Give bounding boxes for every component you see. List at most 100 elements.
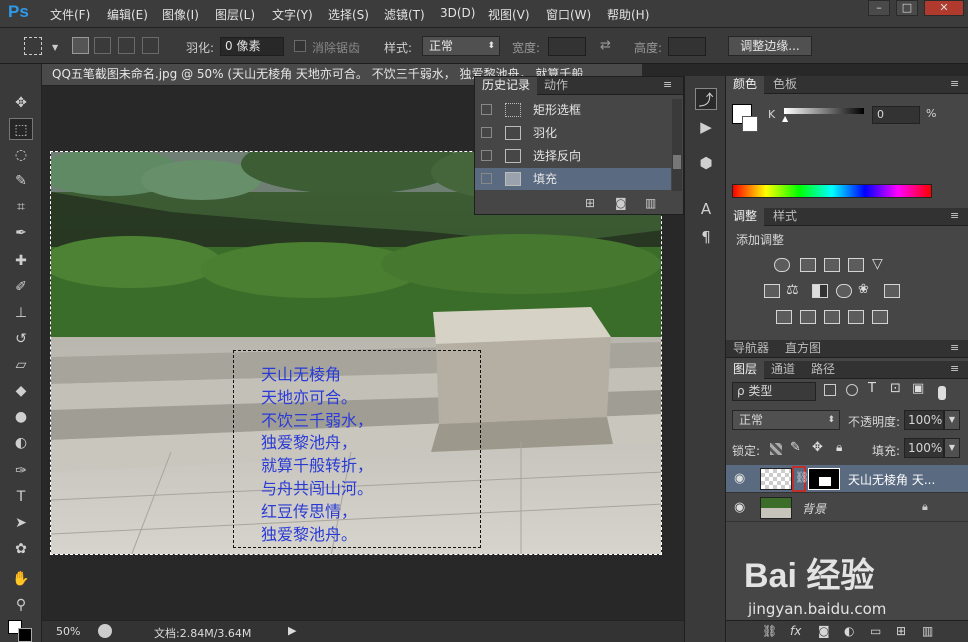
filter-toggle-icon[interactable]: [938, 386, 946, 400]
style-select[interactable]: 正常 ⬍: [422, 36, 500, 56]
layer-name[interactable]: 背景: [802, 500, 826, 517]
threshold-icon[interactable]: [824, 310, 840, 324]
eraser-tool-icon[interactable]: ▱: [9, 354, 33, 376]
add-selection-icon[interactable]: [94, 37, 111, 54]
snapshot-camera-icon[interactable]: ◙: [615, 196, 627, 210]
dodge-tool-icon[interactable]: ◐: [9, 432, 33, 454]
antialias-checkbox[interactable]: [294, 40, 306, 52]
menu-type[interactable]: 文字(Y): [272, 6, 313, 23]
shape-tool-icon[interactable]: ✿: [9, 538, 33, 560]
exposure-icon[interactable]: [848, 258, 864, 272]
history-scroll-thumb[interactable]: [673, 155, 681, 169]
tab-history[interactable]: 历史记录: [475, 77, 538, 95]
menu-edit[interactable]: 编辑(E): [107, 6, 148, 23]
background-color-swatch[interactable]: [18, 628, 32, 642]
background-swatch[interactable]: [742, 116, 758, 132]
posterize-icon[interactable]: [800, 310, 816, 324]
new-selection-icon[interactable]: [72, 37, 89, 54]
photo-filter-icon[interactable]: [836, 284, 852, 298]
layer-mask-thumbnail[interactable]: [808, 468, 840, 490]
new-document-from-state-icon[interactable]: ⊞: [585, 196, 595, 210]
selective-color-icon[interactable]: [848, 310, 864, 324]
history-checkbox[interactable]: [481, 127, 492, 138]
adjustment-filter-icon[interactable]: [846, 384, 858, 396]
feather-input[interactable]: 0 像素: [220, 37, 284, 56]
brightness-icon[interactable]: [774, 258, 790, 272]
actions-panel-icon[interactable]: ▶: [695, 116, 717, 138]
tab-layers[interactable]: 图层: [726, 361, 765, 379]
trash-icon[interactable]: ▥: [645, 196, 656, 210]
width-input[interactable]: [548, 37, 586, 56]
quick-select-tool-icon[interactable]: ✎: [9, 170, 33, 192]
type-filter-icon[interactable]: T: [868, 381, 876, 396]
tab-actions[interactable]: 动作: [537, 77, 575, 95]
menu-select[interactable]: 选择(S): [328, 6, 369, 23]
height-input[interactable]: [668, 37, 706, 56]
path-selection-tool-icon[interactable]: ➤: [9, 512, 33, 534]
history-checkbox[interactable]: [481, 150, 492, 161]
tab-styles[interactable]: 样式: [766, 208, 804, 226]
tab-histogram[interactable]: 直方图: [778, 340, 828, 358]
status-menu-icon[interactable]: [98, 624, 112, 638]
paint-bucket-tool-icon[interactable]: ◆: [9, 380, 33, 402]
zoom-level[interactable]: 50%: [56, 625, 80, 638]
history-checkbox[interactable]: [481, 104, 492, 115]
brush-tool-icon[interactable]: ✐: [9, 276, 33, 298]
menu-window[interactable]: 窗口(W): [546, 6, 591, 23]
close-button[interactable]: ✕: [924, 0, 964, 16]
adjustment-layer-icon[interactable]: ◐: [844, 624, 854, 638]
menu-image[interactable]: 图像(I): [162, 6, 199, 23]
swap-icon[interactable]: ⇄: [600, 38, 611, 53]
history-checkbox[interactable]: [481, 173, 492, 184]
k-slider[interactable]: [784, 108, 864, 114]
panel-menu-icon[interactable]: ≡: [950, 209, 959, 222]
pen-tool-icon[interactable]: ✑: [9, 460, 33, 482]
layer-thumbnail[interactable]: [760, 497, 792, 519]
hand-tool-icon[interactable]: ✋: [9, 568, 33, 590]
blur-tool-icon[interactable]: ●: [9, 406, 33, 428]
panel-menu-icon[interactable]: ≡: [950, 341, 959, 354]
lock-transparent-icon[interactable]: [770, 443, 782, 455]
chevron-down-icon[interactable]: ▼: [52, 43, 58, 52]
group-folder-icon[interactable]: ▭: [870, 624, 881, 638]
eyedropper-tool-icon[interactable]: ✒: [9, 222, 33, 244]
tab-swatches[interactable]: 色板: [766, 76, 804, 94]
history-panel-icon[interactable]: ⤴: [695, 88, 717, 110]
add-mask-icon[interactable]: ◙: [818, 624, 830, 638]
character-panel-icon[interactable]: A: [695, 198, 717, 220]
fx-icon[interactable]: fx: [790, 624, 801, 638]
curves-icon[interactable]: [824, 258, 840, 272]
slider-thumb-icon[interactable]: ▲: [782, 114, 788, 123]
color-lookup-icon[interactable]: [884, 284, 900, 298]
shape-filter-icon[interactable]: ⊡: [890, 381, 901, 396]
panel-menu-icon[interactable]: ≡: [950, 362, 959, 375]
gradient-map-icon[interactable]: [872, 310, 888, 324]
type-tool-icon[interactable]: T: [9, 486, 33, 508]
menu-help[interactable]: 帮助(H): [607, 6, 649, 23]
layer-mask-link-icon[interactable]: ⛓: [792, 466, 809, 492]
move-tool-icon[interactable]: ✥: [9, 92, 33, 114]
color-spectrum-ramp[interactable]: [732, 184, 932, 198]
history-item-selected[interactable]: 填充: [475, 168, 671, 190]
layer-name[interactable]: 天山无棱角 天...: [848, 471, 935, 488]
tab-color[interactable]: 颜色: [726, 76, 765, 94]
lock-pixels-icon[interactable]: ✎: [790, 440, 801, 455]
history-item[interactable]: 羽化: [475, 122, 671, 144]
history-brush-tool-icon[interactable]: ↺: [9, 328, 33, 350]
tab-navigator[interactable]: 导航器: [726, 340, 776, 358]
k-value-input[interactable]: 0: [872, 106, 920, 124]
crop-tool-icon[interactable]: ⌗: [9, 196, 33, 218]
invert-icon[interactable]: [776, 310, 792, 324]
fill-dropdown-icon[interactable]: ▼: [944, 438, 960, 458]
hue-saturation-icon[interactable]: [764, 284, 780, 298]
lock-position-icon[interactable]: ✥: [812, 440, 823, 455]
menu-3d[interactable]: 3D(D): [440, 6, 475, 20]
delete-layer-icon[interactable]: ▥: [922, 624, 933, 638]
history-scrollbar[interactable]: [672, 99, 682, 191]
vibrance-icon[interactable]: ▽: [872, 256, 883, 272]
layer-row-selected[interactable]: ◉ ⛓ 天山无棱角 天...: [726, 465, 968, 493]
levels-icon[interactable]: [800, 258, 816, 272]
opacity-input[interactable]: 100%: [904, 410, 944, 430]
intersect-selection-icon[interactable]: [142, 37, 159, 54]
menu-file[interactable]: 文件(F): [50, 6, 90, 23]
